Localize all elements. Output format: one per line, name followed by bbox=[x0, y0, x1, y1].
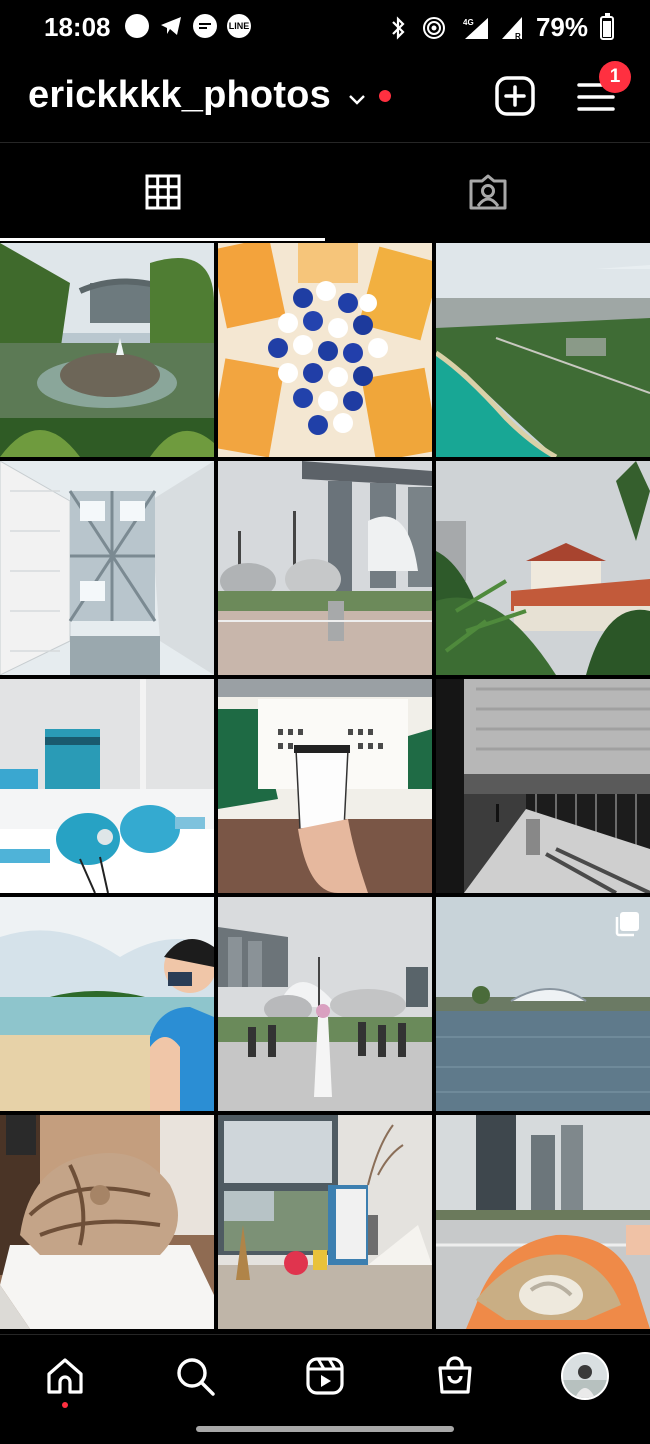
status-time: 18:08 bbox=[44, 12, 111, 42]
art-science-crowd-photo bbox=[218, 897, 432, 1111]
svg-text:R: R bbox=[515, 32, 521, 41]
aerial-coast-photo bbox=[436, 243, 650, 457]
nav-reels[interactable] bbox=[303, 1354, 347, 1398]
post-thumbnail[interactable] bbox=[218, 243, 432, 457]
gesture-bar bbox=[196, 1426, 454, 1432]
profile-avatar[interactable] bbox=[561, 1352, 609, 1400]
home-activity-dot bbox=[62, 1402, 68, 1408]
create-post-button[interactable] bbox=[495, 76, 535, 116]
home-icon bbox=[47, 1358, 83, 1394]
tagged-person-icon bbox=[469, 174, 506, 210]
tab-posts-grid[interactable] bbox=[0, 143, 325, 241]
grid-icon bbox=[145, 174, 180, 210]
signal-4g-icon: 4G bbox=[463, 17, 488, 39]
search-icon bbox=[177, 1358, 215, 1396]
post-thumbnail[interactable] bbox=[218, 897, 432, 1111]
reels-icon bbox=[306, 1357, 344, 1395]
post-thumbnail[interactable] bbox=[436, 243, 650, 457]
food-rooftop-photo bbox=[436, 1115, 650, 1329]
window-desk-photo bbox=[218, 1115, 432, 1329]
post-thumbnail[interactable] bbox=[218, 679, 432, 893]
marina-bay-sands-photo bbox=[218, 461, 432, 675]
sculpture-photo bbox=[0, 1115, 214, 1329]
post-thumbnail[interactable] bbox=[0, 897, 214, 1111]
whatsapp-icon bbox=[125, 14, 149, 38]
profile-tabs bbox=[0, 143, 650, 241]
post-thumbnail[interactable] bbox=[0, 1115, 214, 1329]
system-status: 4G R 79% bbox=[386, 12, 614, 43]
starbucks-cup-photo bbox=[218, 679, 432, 893]
line-icon: LINE bbox=[227, 14, 251, 38]
post-thumbnail[interactable] bbox=[0, 679, 214, 893]
svg-text:4G: 4G bbox=[463, 18, 474, 27]
temple-palms-photo bbox=[436, 461, 650, 675]
shop-icon bbox=[438, 1356, 472, 1394]
profile-header: erickkkk_photos 1 bbox=[0, 56, 650, 142]
post-thumbnail[interactable] bbox=[436, 897, 650, 1111]
carousel-icon bbox=[615, 912, 639, 937]
post-thumbnail[interactable] bbox=[436, 679, 650, 893]
post-thumbnail[interactable] bbox=[0, 461, 214, 675]
nav-divider bbox=[0, 1334, 650, 1335]
tab-tagged[interactable] bbox=[325, 143, 650, 241]
account-switcher-username[interactable]: erickkkk_photos bbox=[28, 74, 331, 117]
nav-search[interactable] bbox=[173, 1354, 217, 1398]
post-thumbnail[interactable] bbox=[436, 1115, 650, 1329]
hotspot-icon bbox=[422, 16, 445, 39]
nav-home[interactable] bbox=[43, 1354, 87, 1398]
messages-icon bbox=[193, 14, 217, 38]
bottom-navigation bbox=[0, 1334, 650, 1444]
notification-icons: LINE bbox=[125, 14, 251, 38]
gardens-pond-photo bbox=[0, 243, 214, 457]
post-thumbnail[interactable] bbox=[0, 243, 214, 457]
battery-icon bbox=[600, 12, 614, 40]
tab-active-indicator bbox=[0, 238, 325, 241]
nav-shop[interactable] bbox=[433, 1354, 477, 1398]
signal-roaming-icon: R bbox=[501, 16, 522, 41]
post-thumbnail[interactable] bbox=[436, 461, 650, 675]
telegram-icon bbox=[159, 14, 183, 38]
beach-person-photo bbox=[0, 897, 214, 1111]
train-station-photo bbox=[436, 679, 650, 893]
posts-grid bbox=[0, 243, 650, 1331]
post-thumbnail[interactable] bbox=[218, 1115, 432, 1329]
bottle-caps-photo bbox=[218, 243, 432, 457]
chevron-down-icon[interactable] bbox=[346, 88, 368, 110]
battery-percent: 79% bbox=[535, 12, 588, 42]
post-thumbnail[interactable] bbox=[218, 461, 432, 675]
avatar-photo bbox=[563, 1354, 607, 1398]
notification-badge: 1 bbox=[599, 61, 631, 93]
unread-dot bbox=[379, 90, 391, 102]
atrium-skylight-photo bbox=[0, 461, 214, 675]
exhibition-bags-photo bbox=[0, 679, 214, 893]
status-bar: 18:08 LINE 4G R 79% bbox=[0, 0, 650, 56]
bluetooth-icon bbox=[392, 15, 405, 40]
